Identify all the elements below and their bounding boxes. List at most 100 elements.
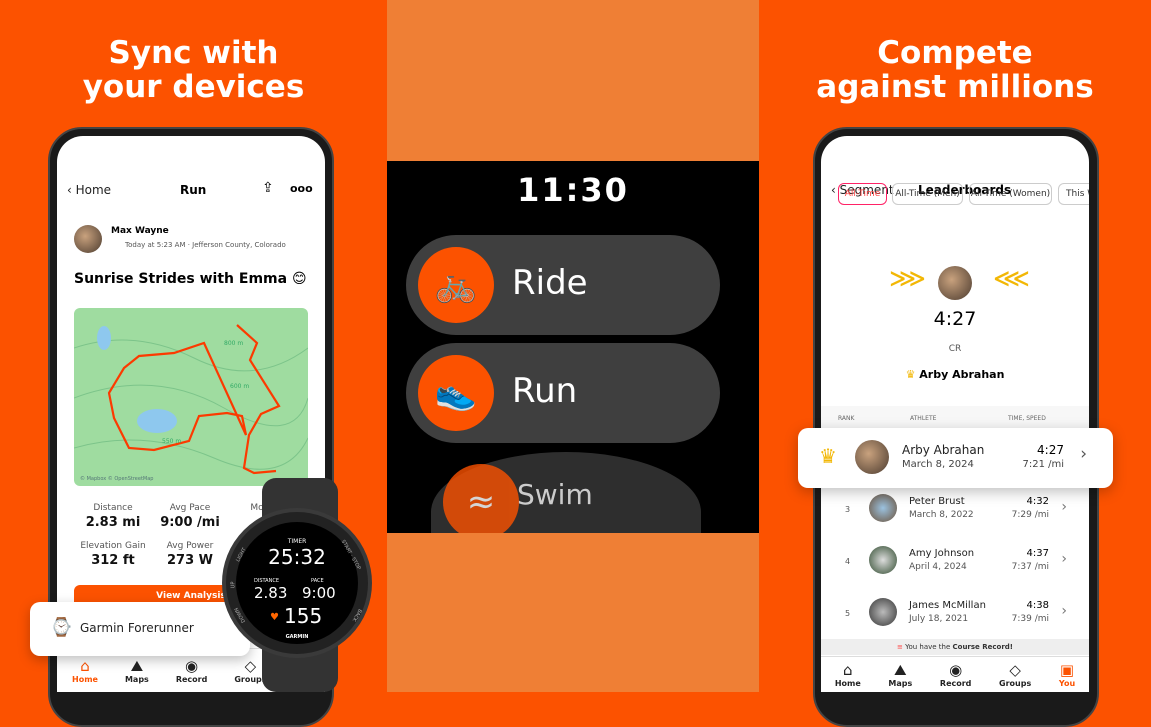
athlete-name: James McMillan [909,600,986,611]
ride-label: Ride [512,263,588,303]
lake [97,326,111,350]
chip-all-time-men[interactable]: All-Time (Men) [892,183,963,205]
pace-value: 9:00 [302,584,336,602]
table-row[interactable]: 3 Peter Brust March 8, 2022 4:32 7:29 /m… [821,486,1089,538]
share-icon[interactable]: ⇪ [262,180,274,196]
chip-all-time-women[interactable]: All-Time (Women) [969,183,1052,205]
ride-button[interactable]: 🚲 Ride [406,235,720,335]
nav-label: Record [175,675,208,684]
maps-icon: ⛰ [130,657,144,675]
run-button[interactable]: 👟 Run [406,343,720,443]
map-label: 550 m [162,438,182,445]
course-record-banner: ≡ You have the Course Record! [821,639,1089,655]
nav-groups[interactable]: ◇ Groups [999,661,1031,688]
heart-icon: ♥ [270,612,279,623]
left-panel: Sync with your devices ‹ Home Run ⇪ ooo … [0,0,387,727]
athlete-name: Amy Johnson [909,548,975,559]
cr-holder-name[interactable]: Arby Abrahan [919,368,1004,381]
distance-value: 2.83 [254,584,288,602]
nav-maps[interactable]: ⛰ Maps [125,657,149,684]
garmin-watch: TIMER 25:32 DISTANCE 2.83 PACE 9:00 ♥ 15… [222,508,372,658]
device-name: Garmin Forerunner [80,621,194,635]
map-attribution[interactable]: © Mapbox © OpenStreetMap [80,476,153,482]
shoe-icon: 👟 [418,355,494,431]
effort-speed: 7:21 /mi [1022,459,1064,470]
garmin-logo: GARMIN [285,634,309,640]
effort-speed: 7:37 /mi [1011,562,1049,572]
effort-time: 4:27 [1037,443,1064,457]
crown-icon: ♛ [819,444,837,468]
athlete-name[interactable]: Max Wayne [111,226,169,236]
leaderboard-rows: 3 Peter Brust March 8, 2022 4:32 7:29 /m… [821,486,1089,641]
back-button[interactable]: ‹ Home [67,183,111,197]
heart-rate: 155 [284,604,323,628]
headline-line: your devices [82,69,305,105]
record-icon: ◉ [185,657,199,675]
athlete-name: Arby Abrahan [902,443,985,457]
home-icon: ⌂ [80,657,90,675]
headline-line: Sync with [108,35,279,71]
device-toast[interactable]: ⌚ Garmin Forerunner [30,602,250,656]
athlete-avatar [869,494,897,522]
chip-all-time[interactable]: All-Time [838,183,887,205]
contour [74,437,308,470]
map-label: 600 m [230,383,250,390]
stat-value: 9:00 /mi [160,515,220,530]
lake [137,409,177,433]
stat-value: 312 ft [91,553,135,568]
screen-title: Run [180,183,207,197]
column-rank: RANK [838,415,855,422]
athlete-avatar[interactable] [74,225,102,253]
table-row[interactable]: 5 James McMillan July 18, 2021 4:38 7:39… [821,590,1089,642]
nav-record[interactable]: ◉ Record [176,657,208,684]
effort-date: July 18, 2021 [909,614,969,624]
effort-time: 4:38 [1026,600,1049,611]
leaderboard-screen: ‹ Segment Leaderboards All-Time All-Time… [821,136,1089,692]
run-label: Run [512,371,578,411]
athlete-avatar [869,598,897,626]
chip-this-week[interactable]: This W [1058,183,1089,205]
nav-home[interactable]: ⌂ Home [835,661,861,688]
nav-label: Home [72,675,98,684]
nav-you[interactable]: ▣ You [1059,661,1075,688]
effort-date: March 8, 2024 [902,459,974,470]
headline-line: against millions [816,69,1094,105]
nav-label: Groups [999,679,1032,688]
table-row[interactable]: 4 Amy Johnson April 4, 2024 4:37 7:37 /m… [821,538,1089,590]
chevron-right-icon: › [1061,499,1067,515]
record-icon: ◉ [949,661,963,679]
column-time-speed: TIME, SPEED [1008,415,1046,422]
watch-time: 11:30 [517,171,629,209]
rank: 3 [845,505,851,514]
cr-avatar[interactable] [938,266,972,300]
nav-record[interactable]: ◉ Record [940,661,972,688]
swim-clip: ≈ Swim [387,450,759,533]
stat-value: 273 W [166,553,213,568]
burst-right: ⋘ [993,264,1030,294]
effort-speed: 7:39 /mi [1011,614,1049,624]
left-headline: Sync with your devices [0,36,387,104]
nav-label: Home [834,679,861,688]
swim-button[interactable]: ≈ Swim [431,452,701,533]
route-map[interactable]: 800 m 600 m 550 m © Mapbox © OpenStreetM… [74,308,308,486]
nav-label: Maps [888,679,913,688]
banner-text: You have the [905,643,953,651]
rank: 5 [845,609,851,618]
more-icon[interactable]: ooo [290,182,313,195]
groups-icon: ◇ [1009,661,1021,679]
swim-icon: ≈ [443,464,519,533]
view-analysis-label: View Analysis [156,591,226,601]
right-headline: Compete against millions [759,36,1151,104]
home-icon: ⌂ [843,661,853,679]
nav-home[interactable]: ⌂ Home [72,657,98,684]
chevron-right-icon: › [1061,551,1067,567]
activity-meta: Today at 5:23 AM · Jefferson County, Col… [125,241,286,249]
bezel-label-up: UP [230,581,237,589]
nav-label: You [1058,679,1076,688]
effort-date: March 8, 2022 [909,510,974,520]
nav-maps[interactable]: ⛰ Maps [888,661,912,688]
effort-date: April 4, 2024 [909,562,967,572]
athlete-avatar [855,440,889,474]
watch-face: TIMER 25:32 DISTANCE 2.83 PACE 9:00 ♥ 15… [236,522,358,644]
highlighted-row[interactable]: ♛ Arby Abrahan March 8, 2024 4:27 7:21 /… [798,428,1113,488]
